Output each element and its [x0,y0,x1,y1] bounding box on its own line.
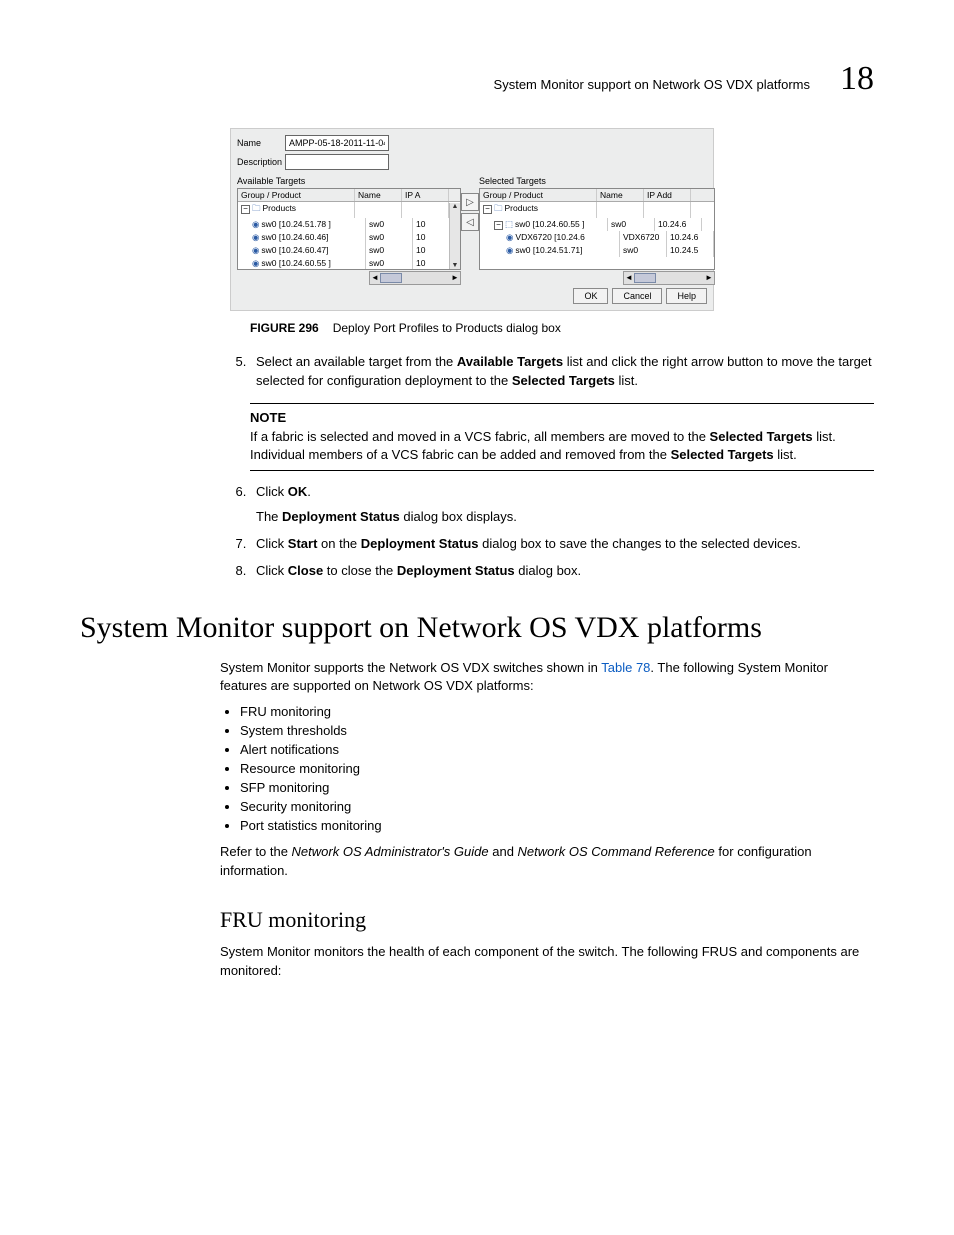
col-ip: IP A [402,189,449,201]
available-targets-table[interactable]: Group / Product Name IP A −🗀Products◉sw0… [237,188,461,270]
move-left-button[interactable]: ◁ [461,213,479,231]
list-item: FRU monitoring [240,704,874,719]
list-item: Alert notifications [240,742,874,757]
step-8: Click Close to close the Deployment Stat… [250,562,874,581]
table-row[interactable]: ◉sw0 [10.24.51.71]sw010.24.5 [480,244,714,257]
refer-paragraph: Refer to the Network OS Administrator's … [220,843,874,881]
list-item: Security monitoring [240,799,874,814]
table-row[interactable]: ◉sw0 [10.24.60.46]sw010 [238,231,460,244]
col-ip: IP Add [644,189,691,201]
table-row[interactable]: ◉sw0 [10.24.60.47]sw010 [238,244,460,257]
scrollbar-h-left[interactable]: ◄► [369,271,461,285]
table-row[interactable]: ◉sw0 [10.24.51.78 ]sw010 [238,218,460,231]
col-name: Name [597,189,644,201]
description-field[interactable] [285,154,389,170]
list-item: SFP monitoring [240,780,874,795]
help-button[interactable]: Help [666,288,707,304]
table-row[interactable]: −🗀Products [238,202,460,218]
page-header-title: System Monitor support on Network OS VDX… [494,77,810,92]
list-item: Resource monitoring [240,761,874,776]
table-row[interactable]: −🗀Products [480,202,714,218]
selected-targets-title: Selected Targets [479,176,715,186]
list-item: Port statistics monitoring [240,818,874,833]
note: NOTE If a fabric is selected and moved i… [250,403,874,472]
name-label: Name [237,138,285,148]
table-row[interactable]: −⬚sw0 [10.24.60.55 ]sw010.24.6 [480,218,714,231]
move-right-button[interactable]: ▷ [461,193,479,211]
ok-button[interactable]: OK [573,288,608,304]
figure-caption: FIGURE 296Deploy Port Profiles to Produc… [250,321,874,335]
col-group-product: Group / Product [480,189,597,201]
table-row[interactable]: ◉sw0 [10.24.60.55 ]sw010 [238,257,460,270]
intro-paragraph: System Monitor supports the Network OS V… [220,659,874,697]
available-targets-title: Available Targets [237,176,461,186]
scrollbar-v[interactable]: ▲▼ [449,203,460,269]
table-78-link[interactable]: Table 78 [601,660,650,675]
step-5: Select an available target from the Avai… [250,353,874,391]
list-item: System thresholds [240,723,874,738]
col-group-product: Group / Product [238,189,355,201]
fru-heading: FRU monitoring [220,907,874,933]
table-row[interactable]: ◉VDX6720 [10.24.6VDX672010.24.6 [480,231,714,244]
step-6: Click OK. The Deployment Status dialog b… [250,483,874,527]
cancel-button[interactable]: Cancel [612,288,662,304]
step-7: Click Start on the Deployment Status dia… [250,535,874,554]
deploy-dialog: Name Description Available Targets Group… [230,128,714,311]
description-label: Description [237,157,285,167]
arrow-left-icon: ◁ [466,217,474,228]
arrow-right-icon: ▷ [466,197,474,208]
features-list: FRU monitoring System thresholds Alert not… [220,704,874,833]
chapter-number: 18 [840,60,874,98]
selected-targets-table[interactable]: Group / Product Name IP Add −🗀Products−⬚… [479,188,715,270]
col-name: Name [355,189,402,201]
scrollbar-h-right[interactable]: ◄► [623,271,715,285]
fru-paragraph: System Monitor monitors the health of ea… [220,943,874,981]
name-field[interactable] [285,135,389,151]
section-heading: System Monitor support on Network OS VDX… [80,611,874,645]
